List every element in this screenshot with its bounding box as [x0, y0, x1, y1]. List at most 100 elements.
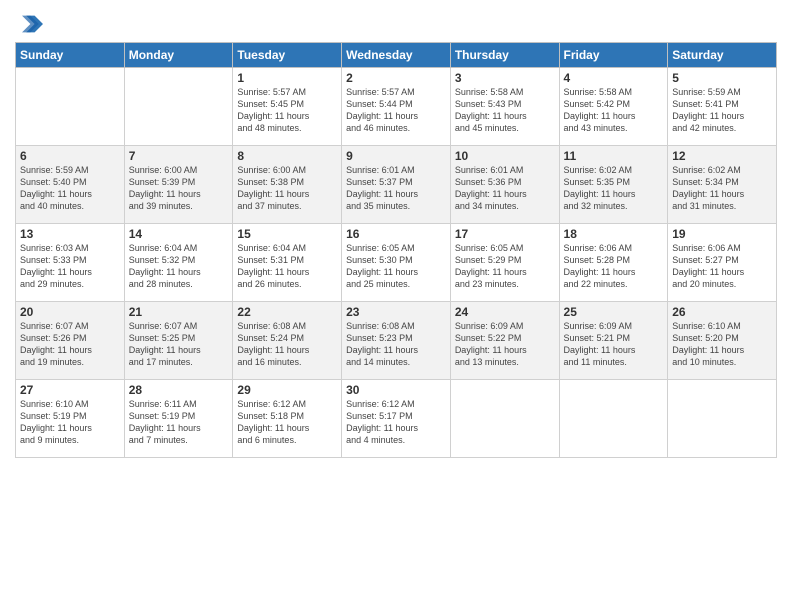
day-number: 16 [346, 227, 446, 241]
calendar-cell [124, 68, 233, 146]
calendar-cell: 23Sunrise: 6:08 AM Sunset: 5:23 PM Dayli… [342, 302, 451, 380]
calendar-cell: 27Sunrise: 6:10 AM Sunset: 5:19 PM Dayli… [16, 380, 125, 458]
calendar-cell: 13Sunrise: 6:03 AM Sunset: 5:33 PM Dayli… [16, 224, 125, 302]
calendar-cell: 6Sunrise: 5:59 AM Sunset: 5:40 PM Daylig… [16, 146, 125, 224]
day-number: 25 [564, 305, 664, 319]
day-number: 26 [672, 305, 772, 319]
day-number: 14 [129, 227, 229, 241]
day-number: 5 [672, 71, 772, 85]
day-number: 28 [129, 383, 229, 397]
calendar-cell: 28Sunrise: 6:11 AM Sunset: 5:19 PM Dayli… [124, 380, 233, 458]
calendar-cell: 5Sunrise: 5:59 AM Sunset: 5:41 PM Daylig… [668, 68, 777, 146]
calendar-cell: 16Sunrise: 6:05 AM Sunset: 5:30 PM Dayli… [342, 224, 451, 302]
day-info: Sunrise: 6:10 AM Sunset: 5:19 PM Dayligh… [20, 398, 120, 447]
calendar-cell: 30Sunrise: 6:12 AM Sunset: 5:17 PM Dayli… [342, 380, 451, 458]
calendar-cell: 11Sunrise: 6:02 AM Sunset: 5:35 PM Dayli… [559, 146, 668, 224]
day-info: Sunrise: 6:07 AM Sunset: 5:26 PM Dayligh… [20, 320, 120, 369]
day-info: Sunrise: 6:05 AM Sunset: 5:29 PM Dayligh… [455, 242, 555, 291]
day-number: 3 [455, 71, 555, 85]
day-number: 23 [346, 305, 446, 319]
calendar-cell [16, 68, 125, 146]
weekday-wednesday: Wednesday [342, 43, 451, 68]
day-number: 9 [346, 149, 446, 163]
day-info: Sunrise: 6:00 AM Sunset: 5:38 PM Dayligh… [237, 164, 337, 213]
weekday-tuesday: Tuesday [233, 43, 342, 68]
day-number: 2 [346, 71, 446, 85]
day-number: 1 [237, 71, 337, 85]
weekday-friday: Friday [559, 43, 668, 68]
header [15, 10, 777, 38]
day-info: Sunrise: 6:11 AM Sunset: 5:19 PM Dayligh… [129, 398, 229, 447]
day-number: 6 [20, 149, 120, 163]
calendar-cell: 17Sunrise: 6:05 AM Sunset: 5:29 PM Dayli… [450, 224, 559, 302]
day-number: 13 [20, 227, 120, 241]
day-number: 8 [237, 149, 337, 163]
week-row-1: 1Sunrise: 5:57 AM Sunset: 5:45 PM Daylig… [16, 68, 777, 146]
day-info: Sunrise: 5:59 AM Sunset: 5:40 PM Dayligh… [20, 164, 120, 213]
calendar-cell [450, 380, 559, 458]
day-info: Sunrise: 6:04 AM Sunset: 5:32 PM Dayligh… [129, 242, 229, 291]
day-info: Sunrise: 6:07 AM Sunset: 5:25 PM Dayligh… [129, 320, 229, 369]
week-row-5: 27Sunrise: 6:10 AM Sunset: 5:19 PM Dayli… [16, 380, 777, 458]
day-info: Sunrise: 6:02 AM Sunset: 5:34 PM Dayligh… [672, 164, 772, 213]
calendar-cell: 26Sunrise: 6:10 AM Sunset: 5:20 PM Dayli… [668, 302, 777, 380]
day-info: Sunrise: 6:08 AM Sunset: 5:23 PM Dayligh… [346, 320, 446, 369]
day-info: Sunrise: 5:59 AM Sunset: 5:41 PM Dayligh… [672, 86, 772, 135]
day-number: 24 [455, 305, 555, 319]
day-info: Sunrise: 6:09 AM Sunset: 5:21 PM Dayligh… [564, 320, 664, 369]
calendar-cell: 2Sunrise: 5:57 AM Sunset: 5:44 PM Daylig… [342, 68, 451, 146]
week-row-4: 20Sunrise: 6:07 AM Sunset: 5:26 PM Dayli… [16, 302, 777, 380]
calendar-cell: 1Sunrise: 5:57 AM Sunset: 5:45 PM Daylig… [233, 68, 342, 146]
day-number: 10 [455, 149, 555, 163]
day-number: 29 [237, 383, 337, 397]
day-number: 17 [455, 227, 555, 241]
day-info: Sunrise: 5:57 AM Sunset: 5:44 PM Dayligh… [346, 86, 446, 135]
day-number: 4 [564, 71, 664, 85]
calendar-cell: 7Sunrise: 6:00 AM Sunset: 5:39 PM Daylig… [124, 146, 233, 224]
week-row-3: 13Sunrise: 6:03 AM Sunset: 5:33 PM Dayli… [16, 224, 777, 302]
calendar-cell [559, 380, 668, 458]
day-info: Sunrise: 6:00 AM Sunset: 5:39 PM Dayligh… [129, 164, 229, 213]
day-number: 15 [237, 227, 337, 241]
day-info: Sunrise: 6:12 AM Sunset: 5:17 PM Dayligh… [346, 398, 446, 447]
day-number: 19 [672, 227, 772, 241]
calendar-cell: 14Sunrise: 6:04 AM Sunset: 5:32 PM Dayli… [124, 224, 233, 302]
day-info: Sunrise: 6:04 AM Sunset: 5:31 PM Dayligh… [237, 242, 337, 291]
calendar-cell: 12Sunrise: 6:02 AM Sunset: 5:34 PM Dayli… [668, 146, 777, 224]
calendar-cell: 20Sunrise: 6:07 AM Sunset: 5:26 PM Dayli… [16, 302, 125, 380]
calendar-cell: 4Sunrise: 5:58 AM Sunset: 5:42 PM Daylig… [559, 68, 668, 146]
weekday-header-row: SundayMondayTuesdayWednesdayThursdayFrid… [16, 43, 777, 68]
day-info: Sunrise: 6:01 AM Sunset: 5:36 PM Dayligh… [455, 164, 555, 213]
day-info: Sunrise: 6:01 AM Sunset: 5:37 PM Dayligh… [346, 164, 446, 213]
day-number: 7 [129, 149, 229, 163]
day-info: Sunrise: 6:06 AM Sunset: 5:28 PM Dayligh… [564, 242, 664, 291]
day-info: Sunrise: 6:06 AM Sunset: 5:27 PM Dayligh… [672, 242, 772, 291]
week-row-2: 6Sunrise: 5:59 AM Sunset: 5:40 PM Daylig… [16, 146, 777, 224]
day-number: 11 [564, 149, 664, 163]
calendar-cell: 15Sunrise: 6:04 AM Sunset: 5:31 PM Dayli… [233, 224, 342, 302]
day-info: Sunrise: 5:57 AM Sunset: 5:45 PM Dayligh… [237, 86, 337, 135]
day-number: 20 [20, 305, 120, 319]
day-info: Sunrise: 6:12 AM Sunset: 5:18 PM Dayligh… [237, 398, 337, 447]
day-info: Sunrise: 6:05 AM Sunset: 5:30 PM Dayligh… [346, 242, 446, 291]
weekday-sunday: Sunday [16, 43, 125, 68]
calendar: SundayMondayTuesdayWednesdayThursdayFrid… [15, 42, 777, 458]
day-number: 30 [346, 383, 446, 397]
calendar-cell: 21Sunrise: 6:07 AM Sunset: 5:25 PM Dayli… [124, 302, 233, 380]
calendar-cell: 3Sunrise: 5:58 AM Sunset: 5:43 PM Daylig… [450, 68, 559, 146]
day-info: Sunrise: 6:02 AM Sunset: 5:35 PM Dayligh… [564, 164, 664, 213]
day-info: Sunrise: 6:08 AM Sunset: 5:24 PM Dayligh… [237, 320, 337, 369]
calendar-cell: 18Sunrise: 6:06 AM Sunset: 5:28 PM Dayli… [559, 224, 668, 302]
calendar-cell: 29Sunrise: 6:12 AM Sunset: 5:18 PM Dayli… [233, 380, 342, 458]
logo-icon [15, 10, 43, 38]
calendar-cell: 24Sunrise: 6:09 AM Sunset: 5:22 PM Dayli… [450, 302, 559, 380]
day-number: 12 [672, 149, 772, 163]
weekday-thursday: Thursday [450, 43, 559, 68]
calendar-cell: 8Sunrise: 6:00 AM Sunset: 5:38 PM Daylig… [233, 146, 342, 224]
day-info: Sunrise: 6:09 AM Sunset: 5:22 PM Dayligh… [455, 320, 555, 369]
weekday-monday: Monday [124, 43, 233, 68]
calendar-cell [668, 380, 777, 458]
calendar-cell: 25Sunrise: 6:09 AM Sunset: 5:21 PM Dayli… [559, 302, 668, 380]
day-info: Sunrise: 6:10 AM Sunset: 5:20 PM Dayligh… [672, 320, 772, 369]
day-number: 27 [20, 383, 120, 397]
